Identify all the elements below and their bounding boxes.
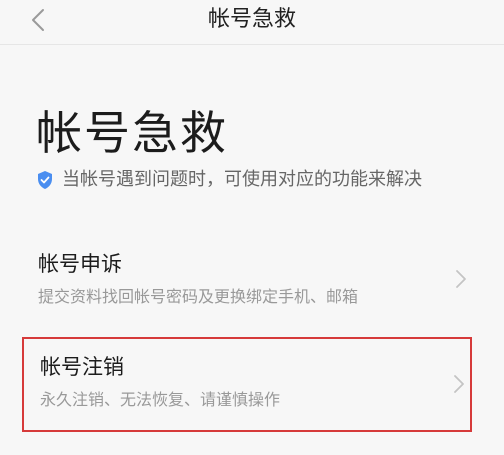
menu-item-description: 永久注销、无法恢复、请谨慎操作 (40, 390, 281, 409)
chevron-right-icon (456, 270, 466, 288)
menu-item-account-cancellation[interactable]: 帐号注销 永久注销、无法恢复、请谨慎操作 (22, 337, 472, 432)
nav-bar: 帐号急救 (0, 0, 504, 44)
menu-item-account-appeal[interactable]: 帐号申诉 提交资料找回帐号密码及更换绑定手机、邮箱 (22, 246, 472, 316)
menu-item-description: 提交资料找回帐号密码及更换绑定手机、邮箱 (38, 287, 359, 306)
nav-title: 帐号急救 (207, 7, 296, 32)
page-title: 帐号急救 (36, 106, 228, 160)
account-rescue-page: 帐号急救 帐号急救 当帐号遇到问题时，可使用对应的功能来解决 帐号申诉 提交资料… (0, 0, 504, 455)
shield-check-icon (38, 171, 52, 189)
chevron-right-icon (454, 375, 464, 393)
nav-divider (0, 44, 504, 45)
hint-row: 当帐号遇到问题时，可使用对应的功能来解决 (36, 168, 422, 192)
menu-item-label: 帐号注销 (40, 355, 124, 379)
hint-text: 当帐号遇到问题时，可使用对应的功能来解决 (62, 169, 422, 190)
menu-item-label: 帐号申诉 (38, 252, 122, 276)
